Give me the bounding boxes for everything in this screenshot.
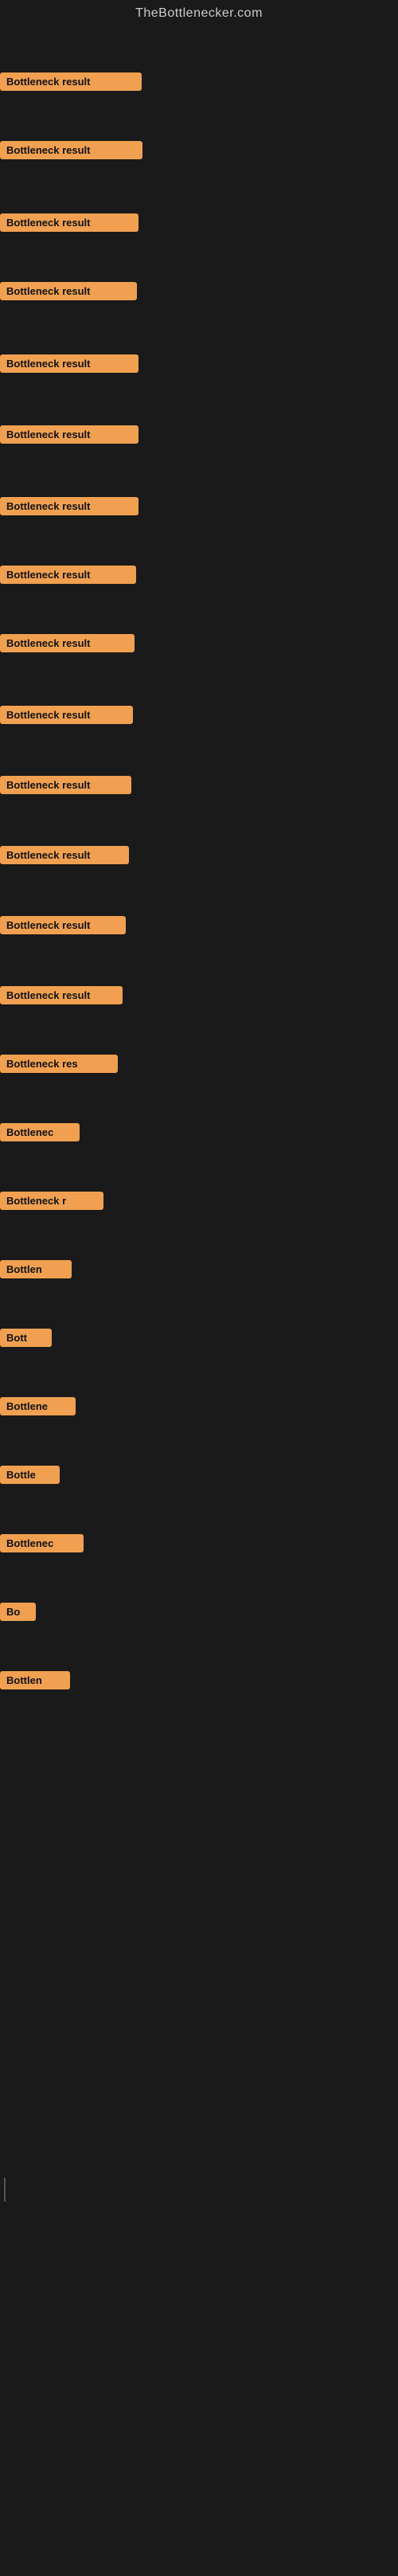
bottleneck-result-item[interactable]: Bottlen [0,1260,72,1278]
bottleneck-result-item[interactable]: Bottleneck result [0,425,139,444]
bottleneck-result-item[interactable]: Bottleneck result [0,846,129,864]
bottleneck-result-item[interactable]: Bottleneck result [0,776,131,794]
bottleneck-result-item[interactable]: Bottleneck result [0,497,139,515]
bottleneck-result-item[interactable]: Bottleneck res [0,1055,118,1073]
bottleneck-result-item[interactable]: Bottleneck result [0,354,139,373]
site-title: TheBottlenecker.com [0,0,398,27]
bottleneck-result-item[interactable]: Bo [0,1603,36,1621]
bottleneck-result-item[interactable]: Bottle [0,1466,60,1484]
bottleneck-result-item[interactable]: Bottleneck result [0,141,142,159]
bottleneck-result-item[interactable]: Bottlenec [0,1534,84,1552]
bottleneck-result-item[interactable]: Bottleneck result [0,282,137,300]
bottleneck-result-item[interactable]: Bottleneck result [0,213,139,232]
bottleneck-result-item[interactable]: Bottleneck result [0,72,142,91]
text-cursor [4,2178,6,2202]
bottleneck-result-item[interactable]: Bottleneck r [0,1192,103,1210]
bottleneck-result-item[interactable]: Bottleneck result [0,706,133,724]
bottleneck-result-item[interactable]: Bottlenec [0,1123,80,1141]
bottleneck-result-item[interactable]: Bottlen [0,1671,70,1689]
bottleneck-result-item[interactable]: Bottleneck result [0,566,136,584]
bottleneck-result-item[interactable]: Bottleneck result [0,634,135,652]
bottleneck-result-item[interactable]: Bott [0,1329,52,1347]
bottleneck-result-item[interactable]: Bottleneck result [0,986,123,1004]
bottleneck-result-item[interactable]: Bottleneck result [0,916,126,934]
bottleneck-result-item[interactable]: Bottlene [0,1397,76,1415]
